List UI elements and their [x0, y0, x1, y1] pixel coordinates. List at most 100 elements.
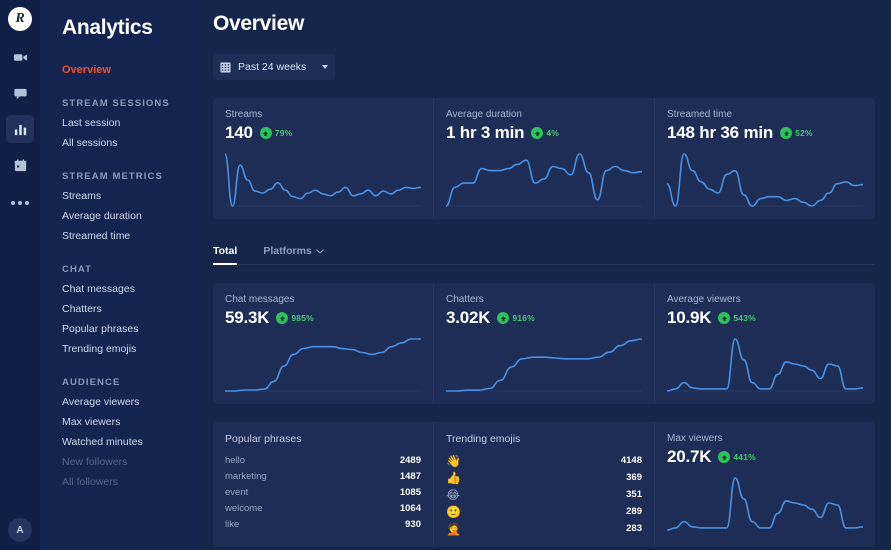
metric-value: 10.9K [667, 308, 711, 328]
metric-label: Chatters [446, 294, 642, 305]
sidebar-item-last-session[interactable]: Last session [40, 109, 195, 129]
sidebar-nav: STREAM SESSIONSLast sessionAll sessionsS… [40, 76, 195, 488]
count-value: 1085 [400, 487, 421, 498]
more-dots-icon[interactable] [6, 187, 34, 215]
emoji-icon: 👍 [446, 472, 461, 484]
phrase-label: event [225, 487, 248, 498]
phrase-label: welcome [225, 503, 263, 514]
metric-value: 3.02K [446, 308, 490, 328]
count-value: 4148 [621, 455, 642, 466]
metric-value-row: 1 hr 3 min 4% [446, 123, 642, 143]
sidebar-group-title: STREAM SESSIONS [40, 76, 195, 109]
delta-badge: 52% [780, 127, 813, 139]
sidebar-item-streamed-time[interactable]: Streamed time [40, 222, 195, 242]
metric-label: Average viewers [667, 294, 863, 305]
arrow-up-icon [718, 312, 730, 324]
page-title: Overview [213, 12, 875, 36]
sparkline-chart [446, 151, 642, 209]
metric-label: Average duration [446, 109, 642, 120]
emoji-icon: 👋 [446, 455, 461, 467]
metric-card[interactable]: Max viewers 20.7K 441% [654, 422, 875, 547]
metric-card[interactable]: Average duration 1 hr 3 min 4% [433, 98, 654, 219]
metric-value-row: 14079% [225, 123, 421, 143]
metric-card[interactable]: Average viewers 10.9K 543% [654, 283, 875, 404]
sidebar-item-watched-minutes[interactable]: Watched minutes [40, 428, 195, 448]
bar-chart-icon[interactable] [6, 115, 34, 143]
sparkline-chart [446, 336, 642, 394]
dot [18, 201, 22, 205]
sidebar-item-average-viewers[interactable]: Average viewers [40, 388, 195, 408]
delta-badge: 916% [497, 312, 535, 324]
chat-bubble-icon[interactable] [6, 79, 34, 107]
list-item: like930 [225, 516, 421, 532]
delta-percent: 52% [795, 128, 813, 138]
metric-value-row: 59.3K 985% [225, 308, 421, 328]
delta-badge: 4% [531, 127, 559, 139]
delta-percent: 441% [733, 452, 756, 462]
sparkline-chart [667, 475, 863, 533]
list-card: Popular phraseshello2489marketing1487eve… [213, 422, 433, 547]
arrow-up-icon [497, 312, 509, 324]
delta-badge: 543% [718, 312, 756, 324]
video-camera-icon[interactable] [6, 43, 34, 71]
metric-card[interactable]: Chatters 3.02K 916% [433, 283, 654, 404]
app-root: R [0, 0, 891, 550]
dot [11, 201, 15, 205]
calendar-icon[interactable] [6, 151, 34, 179]
sidebar-item-overview[interactable]: Overview [40, 40, 195, 76]
arrow-up-icon [718, 451, 730, 463]
list-card-title: Popular phrases [225, 433, 421, 445]
dot [25, 201, 29, 205]
sidebar-item-trending-emojis[interactable]: Trending emojis [40, 335, 195, 355]
sparkline-chart [225, 151, 421, 209]
metric-value-row: 20.7K 441% [667, 447, 863, 467]
metric-card[interactable]: Chat messages59.3K985% [213, 283, 433, 404]
app-logo[interactable]: R [8, 7, 32, 31]
sidebar-item-all-sessions[interactable]: All sessions [40, 129, 195, 149]
list-item: event 1085 [225, 484, 421, 500]
metric-card[interactable]: Streams14079% [213, 98, 433, 219]
tab-label: Total [213, 245, 237, 257]
sidebar-item-average-duration[interactable]: Average duration [40, 202, 195, 222]
metric-value: 59.3K [225, 308, 269, 328]
sidebar-group-title: STREAM METRICS [40, 149, 195, 182]
tab-label: Platforms [263, 245, 311, 257]
metric-value: 148 hr 36 min [667, 123, 773, 143]
count-value: 369 [626, 472, 642, 483]
sidebar: Analytics Overview STREAM SESSIONSLast s… [40, 0, 195, 550]
tab-platforms[interactable]: Platforms [263, 245, 323, 264]
delta-badge: 985% [276, 312, 314, 324]
list-item: marketing1487 [225, 468, 421, 484]
tab-total[interactable]: Total [213, 245, 237, 264]
list-item: 😂351 [446, 486, 642, 503]
delta-badge: 79% [260, 127, 293, 139]
metric-card[interactable]: Streamed time148 hr 36 min52% [654, 98, 875, 219]
metric-cards-bottom: Popular phraseshello2489marketing1487eve… [213, 422, 875, 547]
arrow-up-icon [260, 127, 272, 139]
sidebar-item-chat-messages[interactable]: Chat messages [40, 275, 195, 295]
sidebar-item-popular-phrases[interactable]: Popular phrases [40, 315, 195, 335]
delta-badge: 441% [718, 451, 756, 463]
chevron-down-icon [322, 65, 328, 69]
sidebar-item-all-followers: All followers [40, 468, 195, 488]
phrase-label: hello [225, 455, 245, 466]
metric-value-row: 3.02K 916% [446, 308, 642, 328]
avatar[interactable]: A [8, 518, 32, 542]
sidebar-item-max-viewers[interactable]: Max viewers [40, 408, 195, 428]
sidebar-group-title: CHAT [40, 242, 195, 275]
count-value: 283 [626, 523, 642, 534]
date-range-selector[interactable]: Past 24 weeks [213, 54, 335, 80]
metric-tabs: Total Platforms [213, 239, 875, 265]
sidebar-item-streams[interactable]: Streams [40, 182, 195, 202]
metric-value: 1 hr 3 min [446, 123, 524, 143]
sidebar-item-chatters[interactable]: Chatters [40, 295, 195, 315]
calendar-grid-icon [220, 62, 231, 73]
emoji-icon: 😂 [446, 489, 460, 501]
list-item: 🤦283 [446, 520, 642, 537]
delta-percent: 543% [733, 313, 756, 323]
metric-value: 20.7K [667, 447, 711, 467]
phrase-label: like [225, 519, 239, 530]
icon-rail: R [0, 0, 40, 550]
emoji-icon: 🙂 [446, 506, 461, 518]
metric-label: Max viewers [667, 433, 863, 444]
